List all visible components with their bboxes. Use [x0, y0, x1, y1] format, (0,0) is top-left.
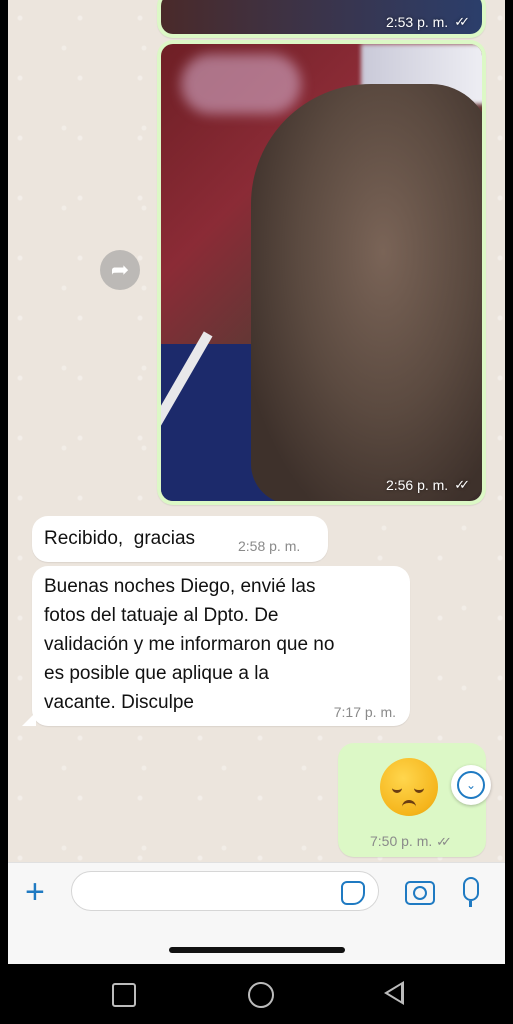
read-ticks-icon: ✓✓	[436, 834, 452, 849]
message-time: 2:58 p. m.	[238, 538, 301, 554]
message-line: es posible que aplique a la	[44, 663, 270, 684]
microphone-icon[interactable]	[463, 877, 479, 907]
message-text: Recibido, gracias	[44, 528, 196, 549]
scroll-down-button[interactable]: ⌄	[451, 765, 491, 805]
message-meta: 2:56 p. m. ✓✓	[386, 477, 470, 493]
message-body: Buenas noches Diego, envié las fotos del…	[44, 572, 334, 717]
sticker-icon[interactable]	[341, 881, 365, 905]
message-input[interactable]	[71, 871, 379, 911]
message-time: 2:53 p. m.	[385, 14, 449, 30]
forward-icon[interactable]: ➦	[100, 250, 140, 290]
camera-icon[interactable]	[405, 881, 435, 905]
plus-icon[interactable]: +	[25, 875, 45, 909]
read-ticks-icon: ✓✓	[454, 14, 470, 29]
photo-thumbnail[interactable]: 2:53 p. m. ✓✓	[161, 0, 482, 34]
disappointed-face-icon	[380, 758, 438, 816]
home-indicator	[169, 947, 345, 953]
photo-tattoo[interactable]: 2:56 p. m. ✓✓	[161, 44, 482, 501]
back-icon[interactable]	[384, 981, 404, 1005]
image-message-partial[interactable]: 2:53 p. m. ✓✓	[157, 0, 486, 38]
message-time: 2:56 p. m.	[385, 477, 449, 493]
image-message[interactable]: 2:56 p. m. ✓✓	[157, 40, 486, 505]
chat-screen: 2:53 p. m. ✓✓ ➦ 2:56 p. m. ✓✓ Recibido, …	[8, 0, 505, 964]
home-icon[interactable]	[248, 982, 274, 1008]
message-line: fotos del tatuaje al Dpto. De	[44, 605, 279, 626]
message-meta: 7:50 p. m. ✓✓	[370, 833, 452, 850]
message-composer: +	[8, 862, 505, 964]
recent-apps-icon[interactable]	[112, 983, 136, 1007]
message-line: validación y me informaron que no	[44, 634, 335, 655]
message-line: vacante. Disculpe	[44, 692, 194, 713]
incoming-message[interactable]: Recibido, gracias 2:58 p. m.	[32, 516, 328, 562]
message-time: 7:50 p. m.	[370, 833, 433, 849]
incoming-message[interactable]: Buenas noches Diego, envié las fotos del…	[22, 566, 410, 726]
message-line: Buenas noches Diego, envié las	[44, 576, 316, 597]
read-ticks-icon: ✓✓	[454, 477, 470, 492]
chevron-down-icon: ⌄	[457, 771, 485, 799]
message-meta: 2:53 p. m. ✓✓	[386, 14, 470, 30]
message-time: 7:17 p. m.	[333, 704, 396, 720]
